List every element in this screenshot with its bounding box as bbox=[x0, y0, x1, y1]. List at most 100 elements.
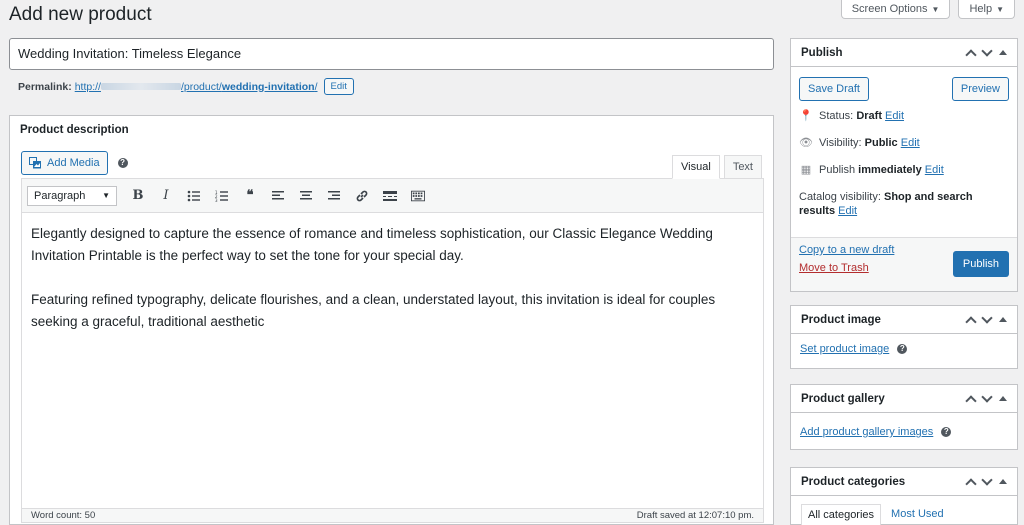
editor-content[interactable]: Elegantly designed to capture the essenc… bbox=[22, 213, 763, 489]
move-up-icon[interactable] bbox=[965, 394, 977, 407]
screen-options-label: Screen Options bbox=[851, 3, 928, 15]
tab-visual[interactable]: Visual bbox=[672, 155, 720, 179]
help-icon[interactable]: ? bbox=[941, 427, 952, 437]
publish-title: Publish bbox=[801, 46, 843, 59]
publish-button[interactable]: Publish bbox=[952, 251, 1009, 277]
editor-tabs: Visual Text bbox=[668, 155, 762, 179]
toggle-panel-icon[interactable] bbox=[999, 396, 1007, 401]
catalog-row: Catalog visibility: Shop and search resu… bbox=[799, 190, 1009, 218]
editor-frame: Paragraph ▼ B I 123 ❝ Elegantly designed … bbox=[21, 178, 764, 523]
product-categories-title: Product categories bbox=[801, 475, 906, 488]
add-media-button[interactable]: Add Media bbox=[21, 151, 108, 175]
word-count: Word count: 50 bbox=[31, 510, 96, 521]
product-gallery-header: Product gallery bbox=[791, 385, 1017, 413]
product-image-box: Product image Set product image? bbox=[790, 305, 1018, 369]
product-categories-header: Product categories bbox=[791, 468, 1017, 496]
tab-text[interactable]: Text bbox=[723, 155, 762, 179]
tab-all-categories[interactable]: All categories bbox=[801, 504, 882, 525]
move-up-icon[interactable] bbox=[965, 477, 977, 490]
save-draft-button[interactable]: Save Draft bbox=[799, 77, 869, 101]
move-up-icon[interactable] bbox=[965, 48, 977, 61]
move-down-icon[interactable] bbox=[981, 473, 993, 486]
toggle-panel-icon[interactable] bbox=[999, 50, 1007, 55]
add-gallery-images-link[interactable]: Add product gallery images bbox=[800, 426, 933, 438]
screen-meta-links: Screen Options ▼ Help ▼ bbox=[840, 0, 1015, 19]
visibility-edit-link[interactable]: Edit bbox=[901, 137, 920, 149]
permalink-prefix: http:// bbox=[74, 80, 101, 93]
major-publishing-actions: Copy to a new draft Move to Trash Publis… bbox=[791, 237, 1017, 291]
permalink-edit-button[interactable]: Edit bbox=[323, 78, 354, 95]
screen-options-button[interactable]: Screen Options ▼ bbox=[840, 0, 951, 19]
toolbar-toggle-icon[interactable] bbox=[411, 190, 425, 202]
help-icon[interactable]: ? bbox=[897, 344, 908, 354]
catalog-edit-link[interactable]: Edit bbox=[838, 205, 857, 217]
product-description-box: Product description Add Media ? Visual T… bbox=[9, 115, 774, 525]
pin-icon: 📍 bbox=[799, 110, 813, 122]
move-up-icon[interactable] bbox=[965, 315, 977, 328]
visibility-label: Visibility: bbox=[819, 137, 862, 149]
permalink-row: Permalink: http:// /product/wedding-invit… bbox=[18, 78, 354, 95]
media-row: Add Media ? bbox=[21, 151, 128, 175]
move-down-icon[interactable] bbox=[981, 390, 993, 403]
move-down-icon[interactable] bbox=[981, 44, 993, 57]
visibility-row: 👁 Visibility: Public Edit bbox=[799, 136, 1009, 150]
content-paragraph: Elegantly designed to capture the essenc… bbox=[31, 226, 713, 263]
product-title-input[interactable]: Wedding Invitation: Timeless Elegance bbox=[9, 38, 774, 70]
draft-saved-status: Draft saved at 12:07:10 pm. bbox=[636, 510, 754, 521]
caret-down-icon: ▼ bbox=[996, 5, 1004, 14]
catalog-label: Catalog visibility: bbox=[799, 191, 881, 203]
visibility-value: Public bbox=[864, 137, 898, 149]
permalink-mid: /product/ bbox=[180, 80, 222, 93]
permalink-link[interactable]: http:// /product/wedding-invitation/ bbox=[75, 81, 318, 93]
italic-icon[interactable]: I bbox=[159, 188, 173, 203]
caret-down-icon: ▼ bbox=[931, 5, 940, 14]
publish-label: Publish bbox=[819, 164, 856, 176]
schedule-edit-link[interactable]: Edit bbox=[925, 164, 944, 176]
add-media-label: Add Media bbox=[47, 157, 100, 169]
content-paragraph: Featuring refined typography, delicate f… bbox=[31, 292, 716, 329]
status-value: Draft bbox=[856, 110, 882, 122]
editor-header: Product description bbox=[10, 116, 773, 144]
read-more-icon[interactable] bbox=[383, 190, 397, 202]
bold-icon[interactable]: B bbox=[131, 188, 145, 203]
editor-title: Product description bbox=[20, 124, 129, 136]
publish-header: Publish bbox=[791, 39, 1017, 67]
category-tabs: All categories Most Used bbox=[791, 496, 1017, 525]
tab-most-used[interactable]: Most Used bbox=[885, 504, 950, 525]
publish-box: Publish Save Draft Preview 📍 Status: Draf… bbox=[790, 38, 1018, 292]
product-image-title: Product image bbox=[801, 313, 881, 326]
status-label: Status: bbox=[819, 110, 854, 122]
set-product-image-link[interactable]: Set product image bbox=[800, 343, 889, 355]
align-left-icon[interactable] bbox=[271, 190, 285, 202]
schedule-row: ▦ Publish immediately Edit bbox=[799, 163, 1009, 177]
format-select-value: Paragraph bbox=[34, 189, 86, 202]
status-row: 📍 Status: Draft Edit bbox=[799, 109, 1009, 123]
link-icon[interactable] bbox=[355, 189, 369, 203]
move-down-icon[interactable] bbox=[981, 311, 993, 324]
help-icon[interactable]: ? bbox=[117, 158, 128, 168]
preview-button[interactable]: Preview bbox=[951, 77, 1009, 101]
toggle-panel-icon[interactable] bbox=[999, 479, 1007, 484]
product-image-header: Product image bbox=[791, 306, 1017, 334]
permalink-suffix: / bbox=[314, 80, 318, 93]
blockquote-icon[interactable]: ❝ bbox=[243, 188, 257, 203]
permalink-label: Permalink: bbox=[18, 80, 72, 93]
align-right-icon[interactable] bbox=[327, 190, 341, 202]
format-select[interactable]: Paragraph ▼ bbox=[27, 185, 117, 206]
align-center-icon[interactable] bbox=[299, 190, 313, 202]
product-categories-box: Product categories All categories Most U… bbox=[790, 467, 1018, 525]
page-title: Add new product bbox=[9, 4, 152, 25]
editor-statusbar: Word count: 50 Draft saved at 12:07:10 p… bbox=[22, 508, 763, 522]
product-gallery-box: Product gallery Add product gallery imag… bbox=[790, 384, 1018, 450]
status-edit-link[interactable]: Edit bbox=[885, 110, 904, 122]
media-icon bbox=[29, 157, 41, 169]
publish-misc: 📍 Status: Draft Edit 👁 Visibility: Public … bbox=[791, 101, 1017, 218]
publish-actions: Save Draft Preview bbox=[791, 67, 1017, 101]
publish-value: immediately bbox=[858, 164, 922, 176]
toggle-panel-icon[interactable] bbox=[999, 317, 1007, 322]
bullet-list-icon[interactable] bbox=[187, 190, 201, 202]
numbered-list-icon[interactable]: 123 bbox=[215, 190, 229, 202]
help-button[interactable]: Help ▼ bbox=[958, 0, 1015, 19]
help-label: Help bbox=[969, 3, 993, 15]
editor-toolbar: Paragraph ▼ B I 123 ❝ bbox=[22, 179, 763, 213]
